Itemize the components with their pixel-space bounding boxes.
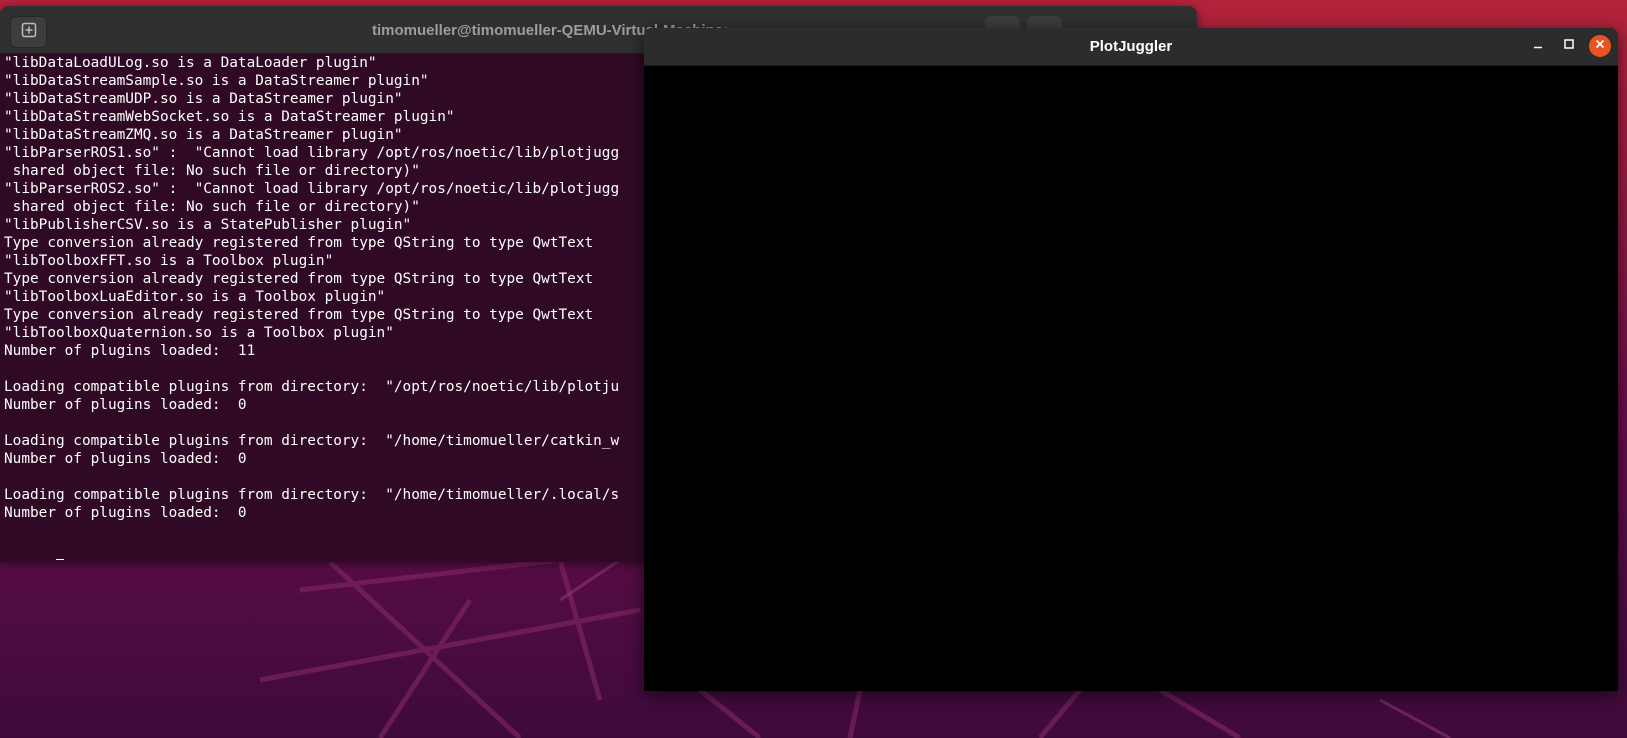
plotjuggler-title: PlotJuggler xyxy=(1089,38,1173,55)
minimize-icon xyxy=(1532,37,1544,55)
close-icon xyxy=(1594,37,1606,55)
plotjuggler-header-bar[interactable]: PlotJuggler xyxy=(644,28,1618,66)
plotjuggler-window[interactable]: PlotJuggler xyxy=(644,28,1618,691)
new-tab-icon xyxy=(21,22,37,43)
maximize-button[interactable] xyxy=(1558,35,1580,57)
close-button[interactable] xyxy=(1589,35,1611,57)
new-tab-button[interactable] xyxy=(10,16,47,48)
maximize-icon xyxy=(1563,37,1575,55)
minimize-button[interactable] xyxy=(1527,35,1549,57)
plotjuggler-canvas[interactable] xyxy=(644,66,1618,691)
terminal-cursor xyxy=(55,559,64,560)
